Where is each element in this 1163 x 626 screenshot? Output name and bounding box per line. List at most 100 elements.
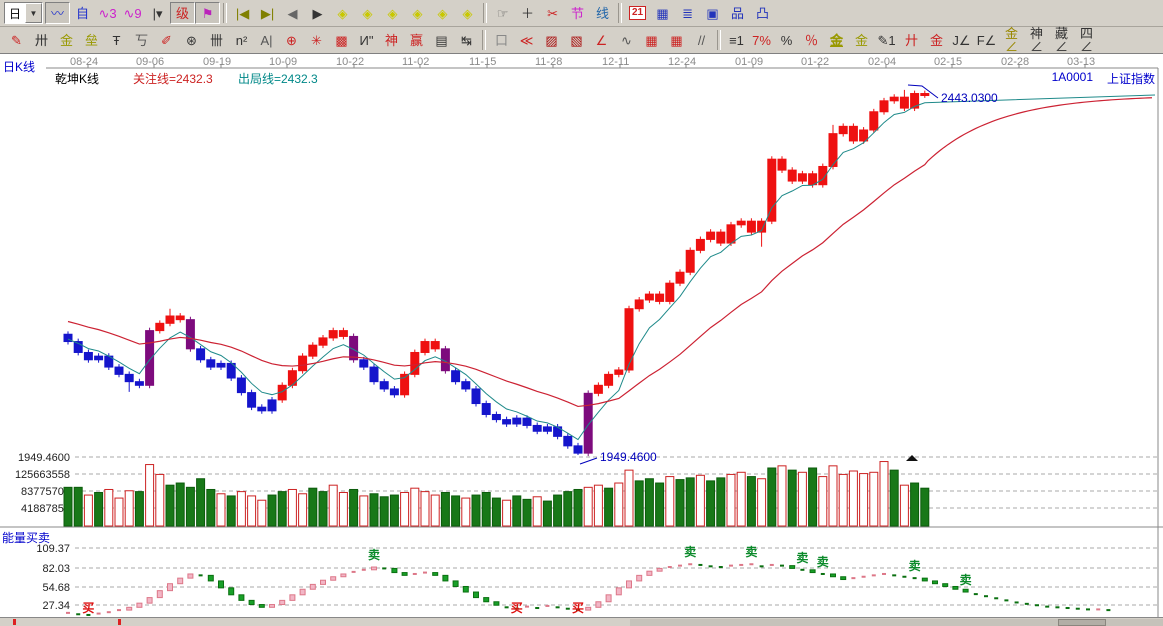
gold-level1-icon[interactable]: 金 (54, 29, 79, 51)
rays-icon[interactable]: ≪ (514, 29, 539, 51)
diamond-expand-icon[interactable]: ◈ (405, 2, 430, 24)
diamond-left-icon[interactable]: ◈ (330, 2, 355, 24)
pct-lines-icon[interactable]: ％ (799, 29, 824, 51)
shen-angle-icon[interactable]: 神∠ (1024, 29, 1049, 51)
volume-bar (258, 500, 266, 526)
cycle-icon[interactable]: ⊛ (179, 29, 204, 51)
brush-icon[interactable]: ✐ (154, 29, 179, 51)
boxgrid-icon[interactable]: ▩ (329, 29, 354, 51)
self-list-icon[interactable]: 自 (70, 2, 95, 24)
oscillator-bar (443, 575, 448, 581)
zigzag-icon[interactable]: ∿ (614, 29, 639, 51)
oscillator-bar (933, 581, 938, 584)
hand-icon[interactable]: ☞ (490, 2, 515, 24)
brush1-icon[interactable]: ✎1 (874, 29, 899, 51)
candle (84, 352, 92, 359)
oscillator-bar (463, 586, 468, 592)
oscillator-dash (1096, 608, 1100, 610)
pct-icon[interactable]: % (774, 29, 799, 51)
frame-icon[interactable]: 口 (489, 29, 514, 51)
pen-icon[interactable]: ✎ (4, 29, 29, 51)
shen-icon[interactable]: 神 (379, 29, 404, 51)
annotate-icon[interactable]: ✂ (540, 2, 565, 24)
volume-bar (513, 496, 521, 526)
volume-bar (339, 492, 347, 526)
sell-signal-label: 卖 (745, 544, 757, 559)
candle (727, 225, 735, 243)
mirror-icon[interactable]: A| (254, 29, 279, 51)
j-angle-icon[interactable]: J∠ (949, 29, 974, 51)
barwidth-icon[interactable]: ↹ (454, 29, 479, 51)
cang-angle-icon[interactable]: 藏∠ (1049, 29, 1074, 51)
diamond-zoomin-icon[interactable]: ◈ (455, 2, 480, 24)
stats-icon[interactable]: ≡1 (724, 29, 749, 51)
gold-lines-icon[interactable]: 金 (849, 29, 874, 51)
period-combo[interactable]: 日▼ (4, 2, 43, 24)
export-icon[interactable]: 品 (725, 2, 750, 24)
wave3-icon[interactable]: ∿3 (95, 2, 120, 24)
volume-bar (452, 496, 460, 526)
hgrid-icon[interactable]: 卅 (29, 29, 54, 51)
oscillator-dash (545, 605, 549, 607)
volume-bar (237, 492, 245, 526)
candle (707, 232, 715, 239)
arc-icon[interactable]: 丂 (129, 29, 154, 51)
gann-box-icon[interactable]: ▧ (564, 29, 589, 51)
diamond-compress-icon[interactable]: ◈ (380, 2, 405, 24)
target-icon[interactable]: ⊕ (279, 29, 304, 51)
candle (380, 382, 388, 389)
candle (605, 374, 613, 385)
candle (258, 407, 266, 411)
next-bar-icon[interactable]: ▶ (305, 2, 330, 24)
flag-icon[interactable]: ⚑ (195, 2, 220, 24)
candle-style-combo[interactable]: |▾ (145, 2, 170, 24)
diamond-right-icon[interactable]: ◈ (355, 2, 380, 24)
four-angle-icon[interactable]: 四∠ (1074, 29, 1099, 51)
candle (390, 389, 398, 395)
open-red-icon[interactable]: 廾 (899, 29, 924, 51)
gold-red-icon[interactable]: 金 (924, 29, 949, 51)
win-icon[interactable]: 赢 (404, 29, 429, 51)
gold-circle-icon[interactable]: 金 (824, 29, 849, 51)
gold-level2-icon[interactable]: 垒 (79, 29, 104, 51)
first-bar-icon[interactable]: |◀ (230, 2, 255, 24)
kquote-icon[interactable]: И" (354, 29, 379, 51)
volume-bar (605, 488, 613, 526)
chart-svg[interactable]: 1949.46001256635588377570541887853109.37… (0, 54, 1163, 617)
chevron-down-icon[interactable]: ▼ (25, 3, 42, 23)
pattern-icon[interactable]: 级 (170, 2, 195, 24)
wave9-icon[interactable]: ∿9 (120, 2, 145, 24)
fib-icon[interactable]: Ŧ (104, 29, 129, 51)
fan-icon[interactable]: ▨ (539, 29, 564, 51)
gann-grid-icon[interactable]: ▦ (639, 29, 664, 51)
calendar-icon[interactable]: 21 (625, 2, 650, 24)
n2-icon[interactable]: n² (229, 29, 254, 51)
calculator-icon[interactable]: ▦ (650, 2, 675, 24)
oscillator-dash (1025, 603, 1029, 605)
save-icon[interactable]: ▣ (700, 2, 725, 24)
festival-icon[interactable]: 节 (565, 2, 590, 24)
f-angle-icon[interactable]: F∠ (974, 29, 999, 51)
chart-area[interactable]: 日K线 08-2409-0609-1910-0910-2211-0211-151… (0, 54, 1163, 617)
volume-bar (125, 491, 133, 526)
region-icon[interactable]: 〰 (45, 2, 70, 24)
oscillator-axis-label: 109.37 (36, 543, 70, 555)
oscillator-dash (107, 611, 111, 613)
line-tool-icon[interactable]: 线 (590, 2, 615, 24)
star-icon[interactable]: ✳ (304, 29, 329, 51)
hgrid2-icon[interactable]: 卌 (204, 29, 229, 51)
gold-angle-icon[interactable]: 金∠ (999, 29, 1024, 51)
pct7-icon[interactable]: 7% (749, 29, 774, 51)
print-icon[interactable]: 凸 (750, 2, 775, 24)
parallel-icon[interactable]: // (689, 29, 714, 51)
diamond-zoomout-icon[interactable]: ◈ (430, 2, 455, 24)
crosshair-icon[interactable]: ＋ (515, 2, 540, 24)
last-bar-icon[interactable]: ▶| (255, 2, 280, 24)
volume-bar (288, 489, 296, 526)
ruler123-icon[interactable]: ▤ (429, 29, 454, 51)
report-icon[interactable]: ≣ (675, 2, 700, 24)
gann-grid2-icon[interactable]: ▦ (664, 29, 689, 51)
angle-line-icon[interactable]: ∠ (589, 29, 614, 51)
prev-bar-icon[interactable]: ◀ (280, 2, 305, 24)
candle (452, 371, 460, 382)
